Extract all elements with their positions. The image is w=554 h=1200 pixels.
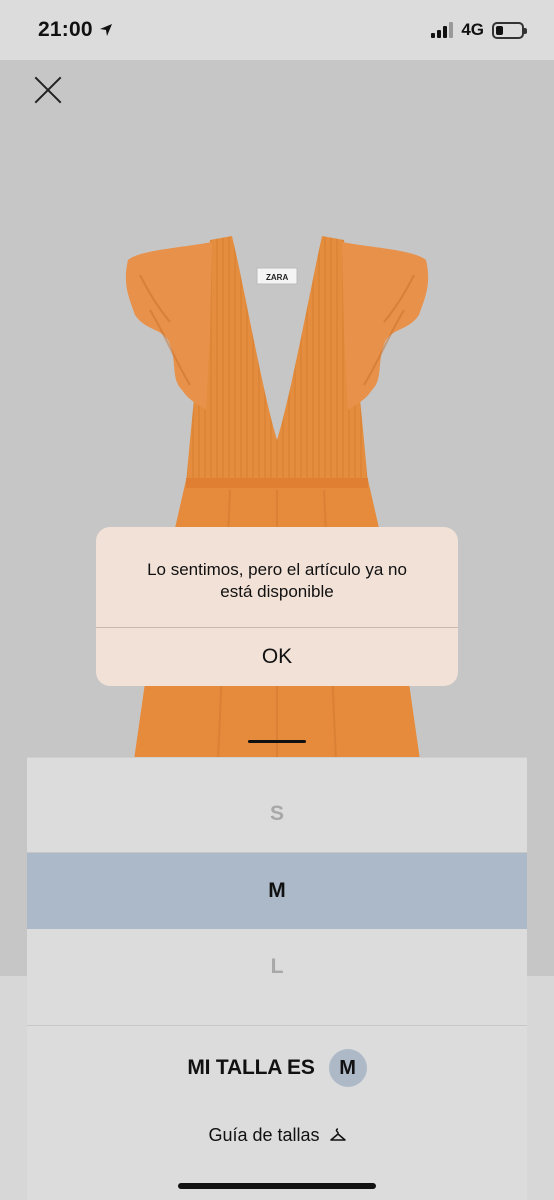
signal-icon bbox=[431, 22, 454, 38]
size-guide-label: Guía de tallas bbox=[208, 1124, 320, 1145]
dialog-ok-button[interactable]: OK bbox=[96, 628, 458, 686]
size-option-l[interactable]: L bbox=[27, 929, 527, 1005]
status-bar: 21:00 4G bbox=[0, 0, 554, 60]
location-arrow-icon bbox=[99, 24, 112, 36]
unavailable-alert-dialog: Lo sentimos, pero el artículo ya no está… bbox=[96, 527, 458, 686]
network-type: 4G bbox=[461, 20, 484, 39]
size-divider bbox=[27, 1025, 527, 1026]
status-time: 21:00 bbox=[38, 18, 93, 41]
svg-text:ZARA: ZARA bbox=[266, 273, 288, 282]
dialog-message: Lo sentimos, pero el artículo ya no está… bbox=[147, 560, 407, 601]
home-indicator[interactable] bbox=[178, 1183, 376, 1189]
size-option-s[interactable]: S bbox=[27, 776, 527, 852]
size-selector-sheet: S M L MI TALLA ES M Guía de tallas bbox=[27, 757, 527, 1200]
close-icon[interactable] bbox=[32, 74, 64, 106]
size-guide-link[interactable]: Guía de tallas bbox=[27, 1121, 527, 1149]
image-slide-indicator bbox=[248, 740, 306, 743]
size-option-m[interactable]: M bbox=[27, 853, 527, 929]
hanger-icon bbox=[329, 1128, 346, 1141]
status-right: 4G bbox=[431, 20, 527, 40]
my-size-row: MI TALLA ES M bbox=[27, 1048, 527, 1088]
screen: 21:00 4G ZARA Lo sentimos, pero el artíc… bbox=[0, 0, 554, 1200]
my-size-label: MI TALLA ES bbox=[187, 1056, 315, 1079]
battery-icon bbox=[492, 21, 527, 39]
status-left: 21:00 bbox=[38, 18, 113, 42]
my-size-badge[interactable]: M bbox=[328, 1049, 367, 1087]
